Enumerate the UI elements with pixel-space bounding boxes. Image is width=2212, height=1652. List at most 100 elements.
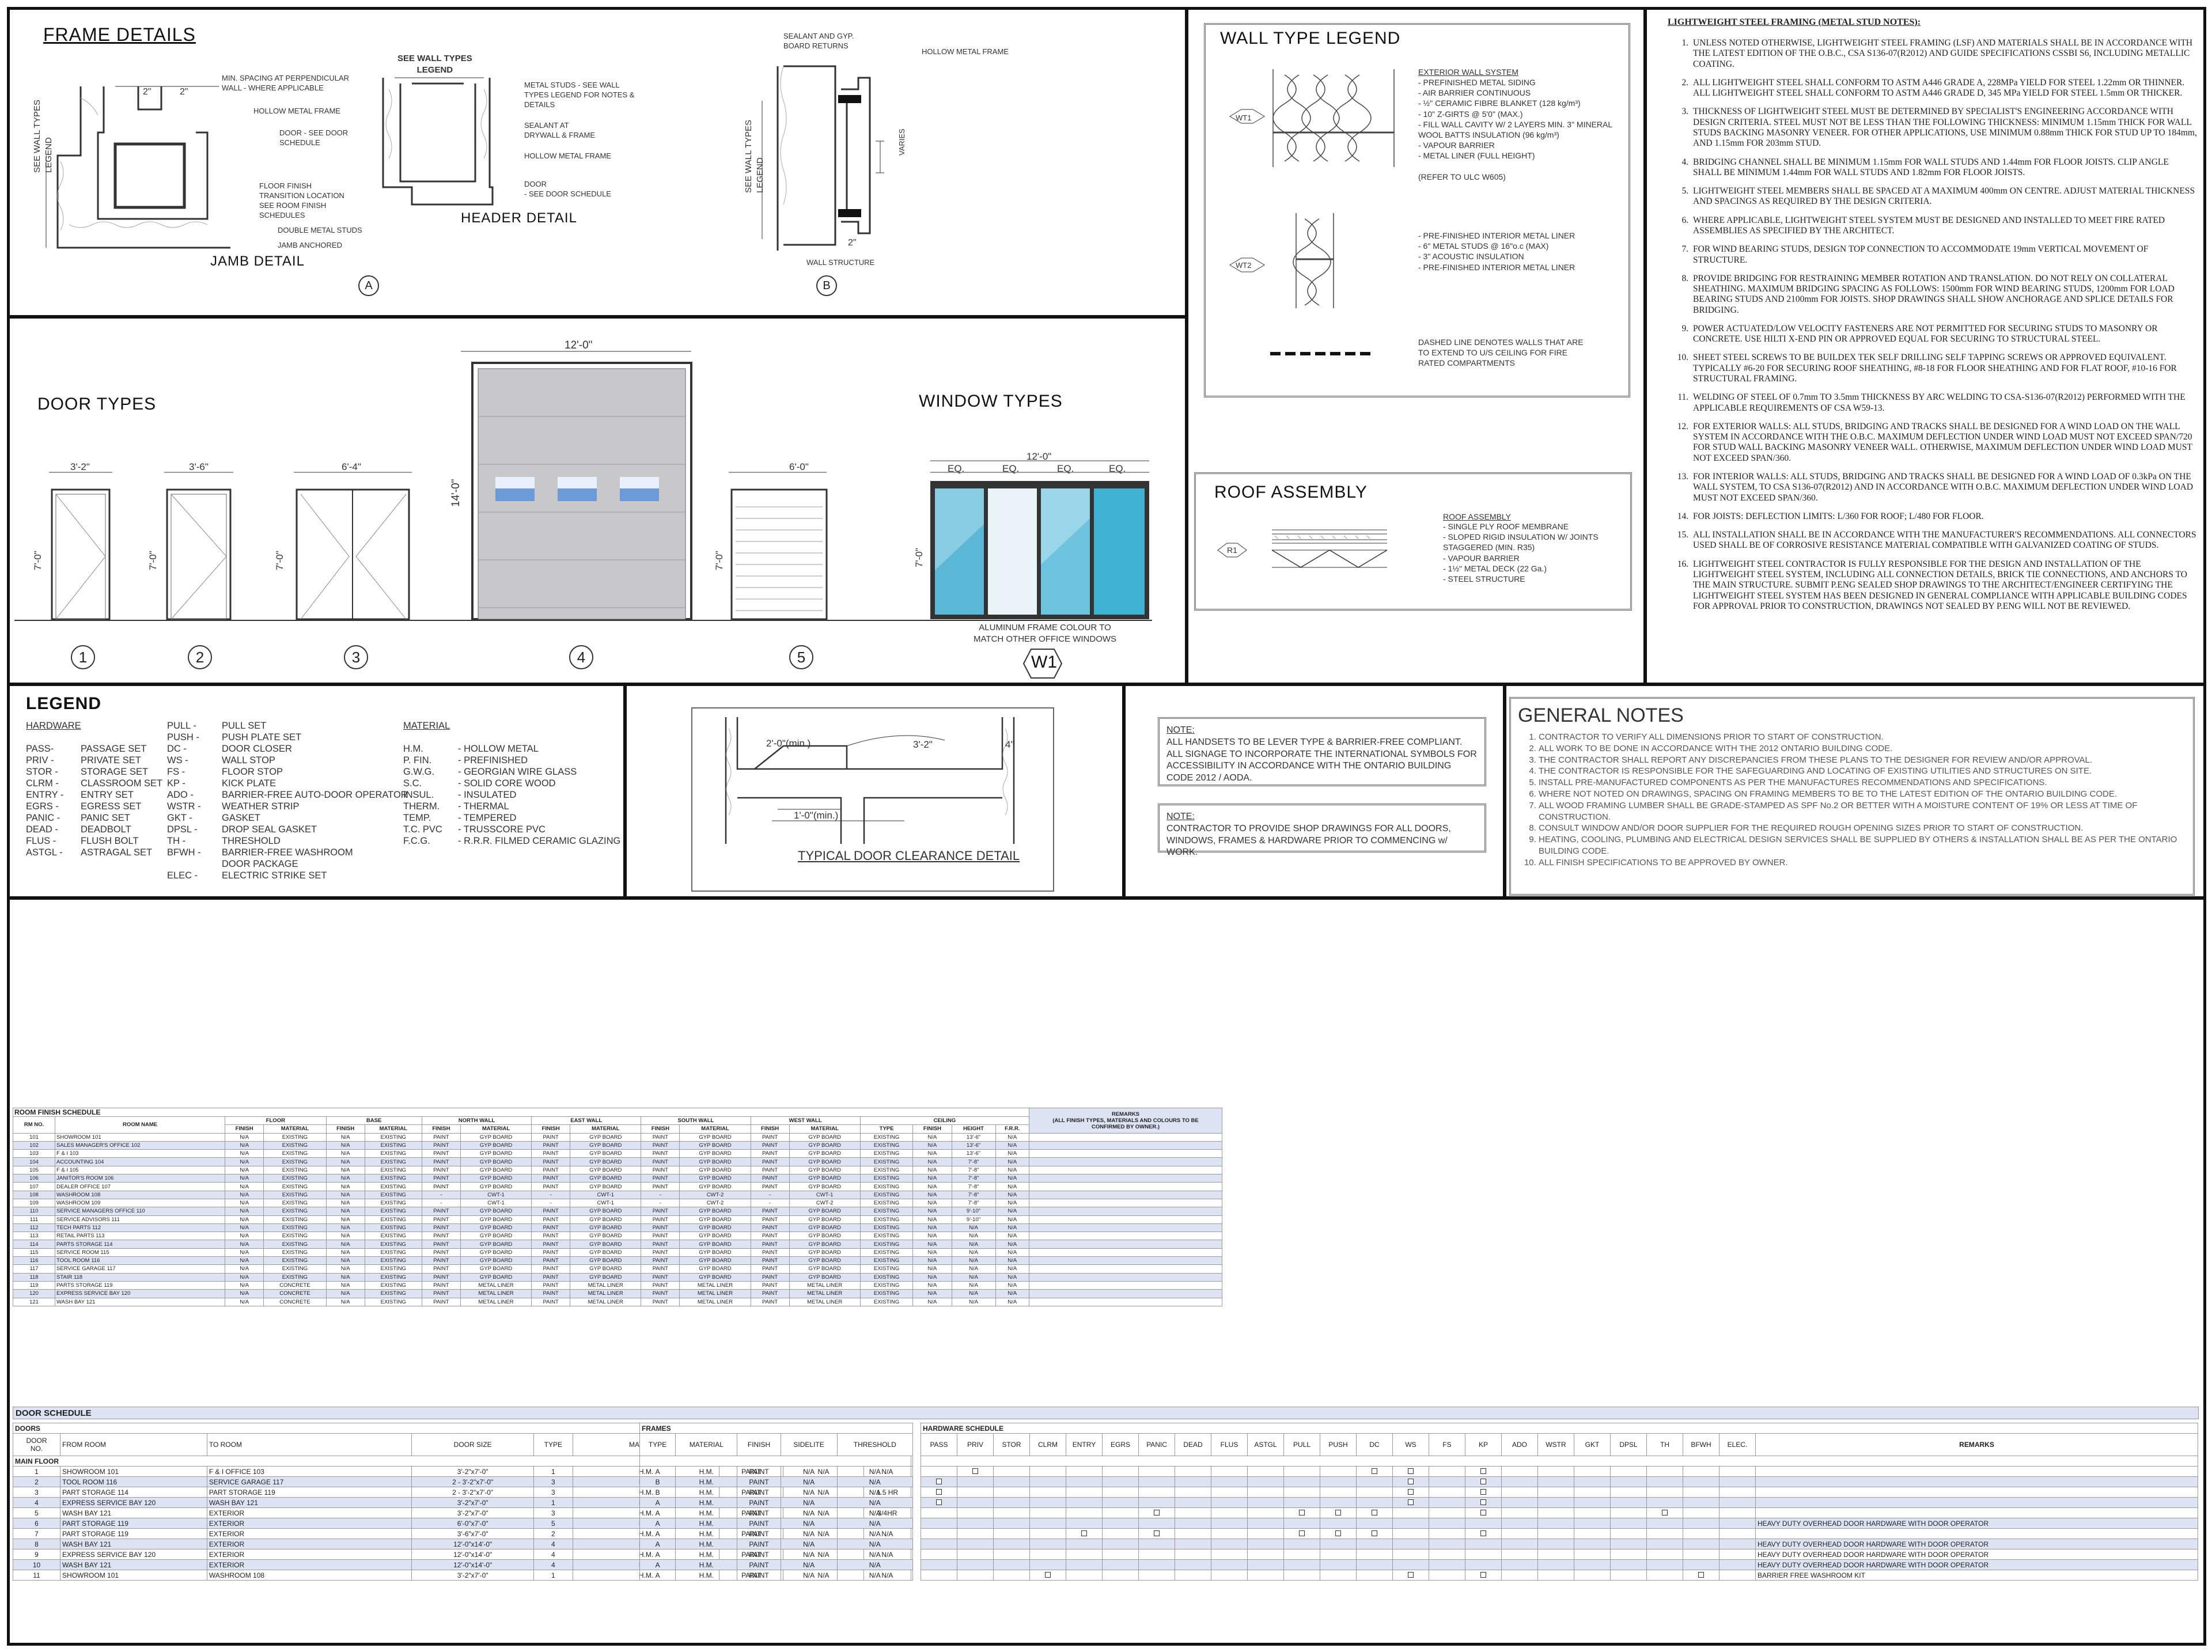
table-cell <box>1029 1297 1222 1306</box>
hw-cell <box>1066 1528 1103 1539</box>
table-row: A H.M. PAINT N/A N/A <box>639 1549 914 1560</box>
ds-hw-col: DEAD <box>1175 1433 1211 1456</box>
rfs-group-head: CEILING <box>859 1116 1030 1126</box>
hw-cell <box>1429 1497 1465 1508</box>
table-cell: METAL LINER <box>789 1289 861 1298</box>
table-cell: 105 <box>12 1165 56 1175</box>
hw-cell <box>1356 1497 1393 1508</box>
table-cell: EXISTING <box>364 1165 422 1175</box>
table-cell: N/A <box>325 1264 365 1274</box>
table-cell: WASH BAY 121 <box>206 1497 412 1508</box>
table-cell: N/A <box>325 1240 365 1249</box>
door-4-height: 14'-0" <box>450 479 462 507</box>
hw-cell <box>1537 1549 1574 1560</box>
table-cell: 2 - 3'-2"x7'-0" <box>411 1487 534 1498</box>
hw-cell <box>1537 1570 1574 1581</box>
table-cell <box>1029 1157 1222 1166</box>
table-cell: PAINT <box>641 1289 680 1298</box>
table-cell: EXISTING <box>364 1141 422 1150</box>
hw-cell <box>1029 1549 1066 1560</box>
table-cell: PAINT <box>750 1264 790 1274</box>
legend-abbr: ASTGL - <box>26 847 63 858</box>
table-cell: PAINT <box>421 1272 461 1282</box>
table-cell: F & I 103 <box>55 1149 226 1158</box>
table-cell: EXISTING <box>263 1256 327 1265</box>
table-row: 113 RETAIL PARTS 113 N/A EXISTING N/A EXISTIN… <box>12 1232 1222 1241</box>
table-cell: PAINT <box>750 1289 790 1298</box>
table-cell: GYP BOARD <box>789 1272 861 1282</box>
legend-entry: ELEC - ELECTRIC STRIKE SET <box>167 870 408 881</box>
hw-cell <box>1211 1466 1248 1477</box>
legend-entry: KP - KICK PLATE <box>167 778 408 789</box>
hw-cell <box>1429 1476 1465 1487</box>
lsf-note-item: LIGHTWEIGHT STEEL MEMBERS SHALL BE SPACE… <box>1691 186 2198 207</box>
hw-cell <box>1211 1549 1248 1560</box>
clearance-drawing <box>725 717 1015 844</box>
hw-cell <box>993 1518 1030 1529</box>
table-cell: N/A <box>325 1256 365 1265</box>
clearance-dim-4: 1'-0"(min.) <box>794 810 839 821</box>
table-cell: GYP BOARD <box>460 1132 532 1142</box>
table-cell: PAINT <box>421 1256 461 1265</box>
table-cell: H.M. <box>675 1487 738 1498</box>
door-5-width: 6'-0" <box>789 461 809 472</box>
table-cell: GYP BOARD <box>679 1256 751 1265</box>
rfs-group-head: NORTH WALL <box>421 1116 532 1126</box>
table-cell: GYP BOARD <box>789 1149 861 1158</box>
hw-cell <box>1392 1507 1429 1518</box>
door-type-4-drawing <box>461 351 692 620</box>
legend-abbr: GKT - <box>167 813 192 823</box>
hw-cell <box>1392 1497 1429 1508</box>
legend-meaning: DEADBOLT <box>81 824 131 835</box>
table-cell <box>1029 1149 1222 1158</box>
table-row: 115 SERVICE ROOM 115 N/A EXISTING N/A EXISTIN… <box>12 1248 1222 1257</box>
legend-meaning: - PREFINISHED <box>458 755 528 766</box>
table-cell: METAL LINER <box>460 1297 532 1306</box>
hw-cell <box>1283 1487 1320 1498</box>
wt1-items: - PREFINISHED METAL SIDING - AIR BARRIER… <box>1418 78 1613 181</box>
checkbox-icon <box>1408 1499 1414 1505</box>
hw-cell <box>993 1466 1030 1477</box>
rfs-sub-head: FINISH <box>641 1124 680 1134</box>
hw-cell <box>1465 1476 1502 1487</box>
table-cell: 11 <box>12 1570 61 1581</box>
clearance-dim-2: 3'-2" <box>913 739 933 750</box>
table-cell: EXTERIOR <box>206 1507 412 1518</box>
door-2-width: 3'-6" <box>189 461 209 472</box>
table-cell: N/A <box>225 1240 264 1249</box>
table-cell: EXISTING <box>859 1289 914 1298</box>
table-cell: N/A <box>912 1190 952 1199</box>
table-cell: N/A <box>995 1215 1030 1224</box>
table-cell: PAINT <box>531 1157 571 1166</box>
table-cell: PAINT <box>737 1466 781 1477</box>
table-cell: N/A <box>951 1272 996 1282</box>
table-cell: H.M. <box>675 1476 738 1487</box>
hw-cell <box>1211 1487 1248 1498</box>
hw-cell <box>1029 1497 1066 1508</box>
table-cell: PAINT <box>531 1232 571 1241</box>
legend-entry: PULL - PULL SET <box>167 720 408 732</box>
table-cell: 3 <box>533 1476 573 1487</box>
door-2-height: 7'-0" <box>147 551 158 570</box>
hw-cell <box>1537 1487 1574 1498</box>
table-cell: N/A <box>225 1132 264 1142</box>
table-cell: N/A <box>912 1132 952 1142</box>
table-cell: TOOL ROOM 116 <box>55 1256 226 1265</box>
window-tag: W1 <box>1031 653 1057 672</box>
hw-cell <box>1247 1466 1284 1477</box>
table-cell: H.M. <box>675 1559 738 1570</box>
rfs-sub-head: F.R.R. <box>995 1124 1030 1134</box>
table-cell: METAL LINER <box>789 1280 861 1290</box>
hw-cell <box>1574 1518 1611 1529</box>
table-cell: PAINT <box>737 1570 781 1581</box>
hw-cell <box>1138 1466 1175 1477</box>
table-cell: EXISTING <box>364 1256 422 1265</box>
table-cell: PAINT <box>421 1182 461 1191</box>
legend-abbr: FS - <box>167 767 185 777</box>
table-cell: 117 <box>12 1264 56 1274</box>
hw-cell <box>1247 1518 1284 1529</box>
hw-cell <box>1029 1559 1066 1570</box>
table-cell: GYP BOARD <box>789 1207 861 1216</box>
clearance-title: TYPICAL DOOR CLEARANCE DETAIL <box>798 848 1020 863</box>
table-cell: A <box>639 1518 676 1529</box>
